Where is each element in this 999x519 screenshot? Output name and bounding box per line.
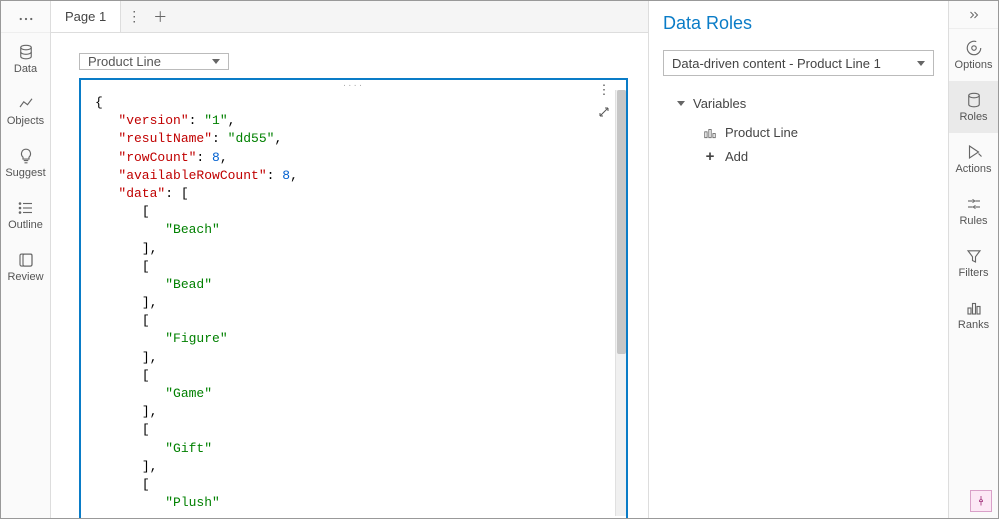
main-column: Page 1 ⋮ ＋ Product Line ⋮ ···· { "versio… — [51, 1, 648, 518]
rightbar-item-options[interactable]: Options — [949, 29, 998, 81]
tab-bar: Page 1 ⋮ ＋ — [51, 1, 648, 33]
product-line-select[interactable]: Product Line — [79, 53, 229, 70]
add-variable-button[interactable]: + Add — [663, 144, 934, 169]
rightbar-item-filters[interactable]: Filters — [949, 237, 998, 289]
section-label: Variables — [693, 96, 746, 111]
variable-item-product-line[interactable]: Product Line — [663, 121, 934, 144]
frame-menu-icon[interactable]: ⋮ — [596, 82, 612, 98]
sidebar-item-label: Objects — [7, 115, 44, 127]
rightbar-label: Actions — [955, 163, 991, 175]
sidebar-item-outline[interactable]: Outline — [1, 199, 50, 231]
tab-label: Page 1 — [65, 9, 106, 24]
tab-menu-icon[interactable]: ⋮ — [121, 1, 147, 32]
canvas: Product Line ⋮ ···· { "version": "1", "r… — [51, 33, 648, 518]
sidebar-item-data[interactable]: Data — [1, 43, 50, 75]
plus-icon: + — [703, 148, 717, 165]
variable-label: Product Line — [725, 125, 798, 140]
sidebar-item-label: Outline — [8, 219, 43, 231]
chevron-down-icon — [212, 59, 220, 64]
tab-page-1[interactable]: Page 1 — [51, 1, 121, 32]
frame-expand-icon[interactable] — [596, 104, 612, 120]
right-sidebar: Options Roles Actions Rules Filters Rank… — [948, 1, 998, 518]
object-selector[interactable]: Data-driven content - Product Line 1 — [663, 50, 934, 76]
object-selector-value: Data-driven content - Product Line 1 — [672, 56, 881, 71]
chevron-down-icon — [917, 61, 925, 66]
right-panel: Data Roles Data-driven content - Product… — [648, 1, 948, 518]
grip-bottom-icon — [81, 516, 626, 518]
rightbar-label: Ranks — [958, 319, 989, 331]
variables-section-header[interactable]: Variables — [663, 96, 934, 111]
sidebar-item-review[interactable]: Review — [1, 251, 50, 283]
left-sidebar-more-icon[interactable] — [1, 5, 50, 33]
chevron-down-icon — [677, 101, 685, 106]
add-label: Add — [725, 149, 748, 164]
collapse-panel-icon[interactable] — [949, 1, 998, 29]
rightbar-label: Filters — [959, 267, 989, 279]
select-value: Product Line — [88, 54, 161, 69]
scrollbar[interactable] — [615, 90, 626, 516]
sidebar-item-label: Suggest — [5, 167, 45, 179]
rightbar-item-rules[interactable]: Rules — [949, 185, 998, 237]
grip-top-icon: ···· — [81, 80, 626, 90]
sidebar-item-label: Data — [14, 63, 37, 75]
rightbar-item-actions[interactable]: Actions — [949, 133, 998, 185]
tab-add-button[interactable]: ＋ — [147, 1, 173, 32]
scrollbar-thumb[interactable] — [617, 90, 626, 354]
panel-title: Data Roles — [663, 13, 934, 34]
content-frame[interactable]: ⋮ ···· { "version": "1", "resultName": "… — [79, 78, 628, 518]
sidebar-item-label: Review — [7, 271, 43, 283]
rightbar-label: Rules — [959, 215, 987, 227]
sidebar-item-objects[interactable]: Objects — [1, 95, 50, 127]
rightbar-label: Options — [955, 59, 993, 71]
left-sidebar: Data Objects Suggest Outline Review — [1, 1, 51, 518]
rightbar-label: Roles — [959, 111, 987, 123]
json-content: { "version": "1", "resultName": "dd55", … — [81, 90, 615, 516]
rightbar-item-ranks[interactable]: Ranks — [949, 289, 998, 341]
sidebar-item-suggest[interactable]: Suggest — [1, 147, 50, 179]
pin-button[interactable] — [970, 490, 992, 512]
rightbar-item-roles[interactable]: Roles — [949, 81, 998, 133]
